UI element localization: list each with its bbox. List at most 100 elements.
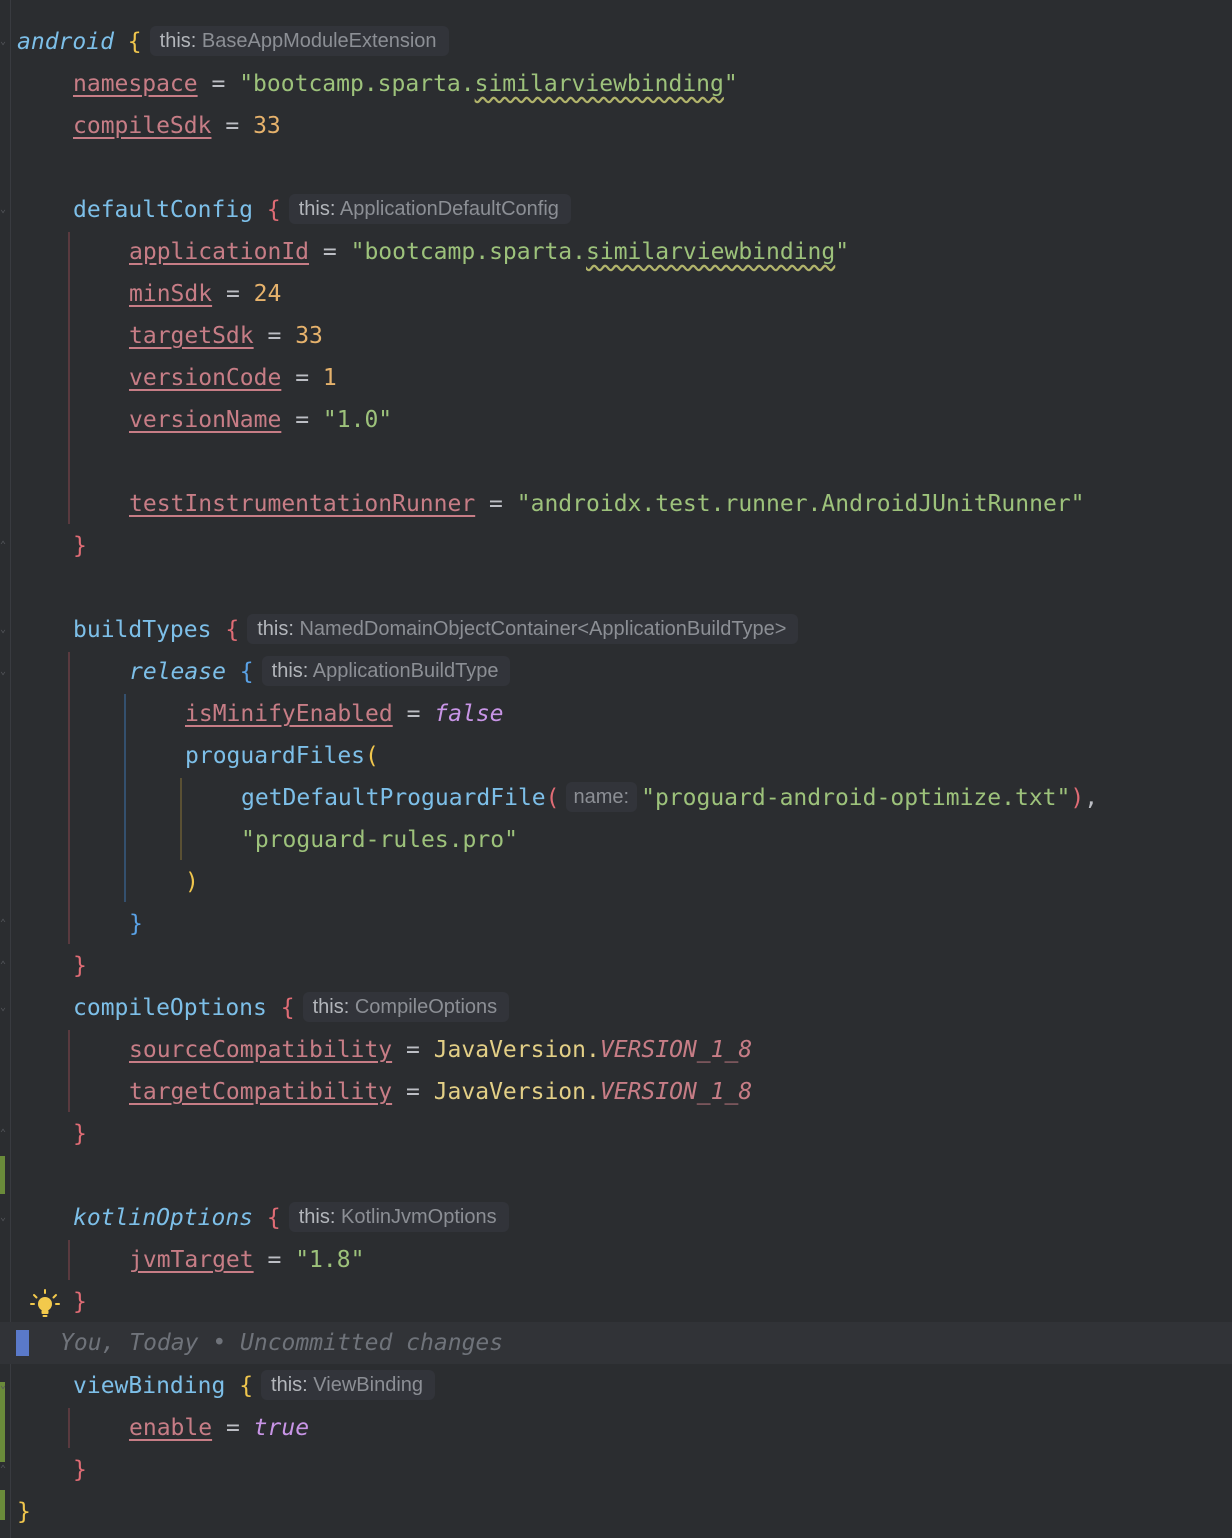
string-literal: "androidx.test.runner.AndroidJUnitRunner… (516, 491, 1085, 517)
code-line[interactable]: minSdk = 24 (129, 273, 281, 315)
code-line[interactable]: targetSdk = 33 (129, 315, 323, 357)
code-line[interactable]: } (129, 903, 143, 945)
string-literal: "proguard-android-optimize.txt" (641, 785, 1071, 811)
property: minSdk (129, 281, 213, 307)
code-line[interactable]: } (17, 1491, 31, 1533)
code-line[interactable]: jvmTarget = "1.8" (129, 1239, 364, 1281)
code-line[interactable]: defaultConfig { this: ApplicationDefaultC… (73, 189, 571, 231)
code-line[interactable]: proguardFiles( (185, 735, 379, 777)
code-line[interactable]: versionName = "1.0" (129, 399, 392, 441)
property: jvmTarget (129, 1247, 254, 1273)
indent-guide (124, 694, 126, 902)
property: testInstrumentationRunner (129, 491, 476, 517)
fold-icon[interactable]: ⌄ (0, 36, 10, 48)
block-viewBinding: viewBinding (73, 1373, 226, 1399)
string-literal: "1.0" (322, 407, 393, 433)
property: namespace (73, 71, 198, 97)
code-line[interactable]: versionCode = 1 (129, 357, 337, 399)
fold-icon[interactable]: ⌃ (0, 1128, 10, 1140)
property: enable (129, 1415, 213, 1441)
code-line[interactable]: sourceCompatibility = JavaVersion.VERSIO… (129, 1029, 752, 1071)
block-release: release (129, 659, 226, 685)
block-compileOptions: compileOptions (73, 995, 267, 1021)
brace: } (73, 953, 87, 979)
code-line[interactable]: isMinifyEnabled = false (185, 693, 504, 735)
indent-guide (68, 1408, 70, 1448)
block-defaultConfig: defaultConfig (73, 197, 254, 223)
code-line[interactable]: } (73, 525, 87, 567)
code-line[interactable]: targetCompatibility = JavaVersion.VERSIO… (129, 1071, 752, 1113)
code-line[interactable]: applicationId = "bootcamp.sparta.similar… (129, 231, 849, 273)
type-hint: this: KotlinJvmOptions (288, 1201, 509, 1232)
indent-guide (68, 652, 70, 944)
number-literal: 33 (295, 323, 323, 349)
caret (16, 1330, 29, 1356)
change-marker[interactable] (0, 1382, 5, 1462)
fold-icon[interactable]: ⌃ (0, 918, 10, 930)
property: sourceCompatibility (129, 1037, 393, 1063)
code-line[interactable]: namespace = "bootcamp.sparta.similarview… (73, 63, 738, 105)
property: isMinifyEnabled (185, 701, 393, 727)
fold-icon[interactable]: ⌄ (0, 1002, 10, 1014)
fold-icon[interactable]: ⌄ (0, 1380, 10, 1392)
code-editor[interactable]: ⌄ ⌄ ⌃ ⌄ ⌄ ⌃ ⌃ ⌄ ⌃ ⌄ ⌄ ⌃ You, Today • Unc… (0, 0, 1232, 1538)
brace: { (266, 197, 281, 223)
code-line[interactable]: viewBinding {this: ViewBinding (73, 1365, 436, 1407)
brace: { (127, 29, 142, 55)
indent-guide (68, 1030, 70, 1112)
brace: } (73, 1289, 87, 1315)
code-line[interactable]: kotlinOptions { this: KotlinJvmOptions (73, 1197, 509, 1239)
string-literal: "proguard-rules.pro" (241, 827, 518, 853)
code-line[interactable]: getDefaultProguardFile(name: "proguard-an… (241, 777, 1098, 819)
property: versionName (129, 407, 282, 433)
brace: { (280, 995, 295, 1021)
brace: } (17, 1499, 31, 1525)
function-call: getDefaultProguardFile (241, 785, 546, 811)
code-line[interactable]: } (73, 945, 87, 987)
property: compileSdk (73, 113, 212, 139)
type-hint: this: ApplicationDefaultConfig (288, 193, 571, 224)
property: targetCompatibility (129, 1079, 393, 1105)
fold-icon[interactable]: ⌃ (0, 540, 10, 552)
constant: VERSION_1_8 (599, 1037, 753, 1063)
fold-icon[interactable]: ⌃ (0, 1464, 10, 1476)
change-marker[interactable] (0, 1490, 5, 1520)
fold-icon[interactable]: ⌄ (0, 1212, 10, 1224)
code-line[interactable]: "proguard-rules.pro" (241, 819, 518, 861)
string-literal: "bootcamp.sparta.similarviewbinding" (350, 239, 850, 265)
code-line[interactable]: } (73, 1449, 87, 1491)
parameter-hint: name: (565, 781, 638, 812)
code-line[interactable]: compileSdk = 33 (73, 105, 281, 147)
type-hint: this: ApplicationBuildType (261, 655, 511, 686)
code-line[interactable]: testInstrumentationRunner = "androidx.te… (129, 483, 1085, 525)
keyword: true (253, 1415, 310, 1441)
code-line[interactable]: } (73, 1281, 87, 1323)
lightbulb-icon[interactable] (30, 1289, 60, 1319)
type-hint: this: CompileOptions (302, 991, 510, 1022)
keyword: false (434, 701, 504, 727)
constant: VERSION_1_8 (599, 1079, 753, 1105)
change-marker[interactable] (0, 1156, 5, 1194)
fold-icon[interactable]: ⌄ (0, 624, 10, 636)
fold-icon[interactable]: ⌄ (0, 666, 10, 678)
string-literal: "bootcamp.sparta.similarviewbinding" (239, 71, 738, 97)
code-line[interactable]: buildTypes {this: NamedDomainObjectConta… (73, 609, 799, 651)
fold-icon[interactable]: ⌃ (0, 960, 10, 972)
brace: { (266, 1205, 281, 1231)
code-line[interactable]: compileOptions { this: CompileOptions (73, 987, 510, 1029)
block-buildTypes: buildTypes (73, 617, 212, 643)
code-line[interactable]: enable = true (129, 1407, 309, 1449)
number-literal: 33 (253, 113, 281, 139)
code-line[interactable]: release {this: ApplicationBuildType (129, 651, 511, 693)
property: versionCode (129, 365, 282, 391)
brace: } (73, 1121, 87, 1147)
string-literal: "1.8" (295, 1247, 365, 1273)
code-line[interactable]: android {this: BaseAppModuleExtension (17, 21, 449, 63)
code-line[interactable]: ) (185, 861, 199, 903)
code-line[interactable]: } (73, 1113, 87, 1155)
indent-guide (180, 778, 182, 860)
fold-icon[interactable]: ⌄ (0, 204, 10, 216)
class-ref: JavaVersion. (433, 1079, 600, 1105)
type-hint: this: ViewBinding (261, 1369, 436, 1400)
block-kotlinOptions: kotlinOptions (73, 1205, 254, 1231)
